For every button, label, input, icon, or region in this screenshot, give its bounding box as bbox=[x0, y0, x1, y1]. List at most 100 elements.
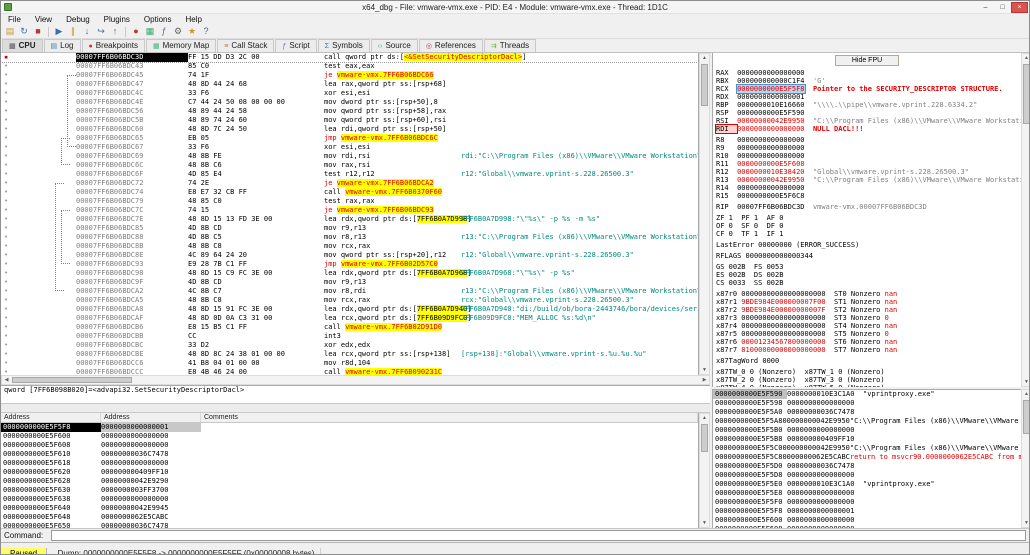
disasm-row[interactable]: •00007FF6B06BDC8B48 8B C8mov rcx,rax bbox=[1, 242, 698, 251]
stack-row[interactable]: 0000000000E5F6000000000000000000 bbox=[713, 516, 1021, 525]
hide-fpu-button[interactable]: Hide FPU bbox=[835, 55, 899, 66]
dump-column-header[interactable]: Address bbox=[1, 413, 101, 422]
disasm-row[interactable]: •00007FF6B06BDC7E48 8D 15 13 FD 3E 00lea… bbox=[1, 215, 698, 224]
scroll-thumb[interactable] bbox=[12, 377, 132, 383]
disasm-row[interactable]: •00007FF6B06BDC8E4C 89 64 24 20mov qword… bbox=[1, 251, 698, 260]
disasm-row[interactable]: •00007FF6B06BDC4574 1Fje vmware-vmx.7FF6… bbox=[1, 71, 698, 80]
disasm-row[interactable]: •00007FF6B06BDCCCE8 4B 46 24 00call vmwa… bbox=[1, 368, 698, 375]
register-line[interactable]: x87r6 00001234567800000000 ST6 Nonzero n… bbox=[713, 338, 1021, 346]
favorites-icon[interactable]: ★ bbox=[185, 25, 199, 38]
stack-row[interactable]: 0000000000E5F5B00000000000000000 bbox=[713, 426, 1021, 435]
script-icon[interactable]: ƒ bbox=[157, 25, 171, 38]
tab-symbols[interactable]: ΣSymbols bbox=[318, 39, 370, 52]
disasm-row[interactable]: •00007FF6B06BDC4C33 F6xor esi,esi bbox=[1, 89, 698, 98]
minimize-button[interactable]: – bbox=[977, 2, 994, 13]
scroll-thumb[interactable] bbox=[1023, 400, 1030, 434]
stack-row[interactable]: 0000000000E5F5E00000000010E3C1A0"vprintp… bbox=[713, 480, 1021, 489]
titlebar[interactable]: x64_dbg - File: vmware-vmx.exe - PID: E4… bbox=[1, 1, 1029, 14]
stack-row[interactable]: 0000000000E5F5980000000000000000 bbox=[713, 399, 1021, 408]
scroll-thumb[interactable] bbox=[1023, 64, 1030, 124]
dump-row[interactable]: 0000000000E5F6300000000003FF3700 bbox=[1, 486, 698, 495]
tab-breakpoints[interactable]: ●Breakpoints bbox=[82, 39, 145, 52]
register-line[interactable]: RFLAGS 0000000000000344 bbox=[713, 252, 1021, 260]
disasm-row[interactable]: •00007FF6B06BDC6C48 8B C6mov rax,rsi bbox=[1, 161, 698, 170]
tab-log[interactable]: ▤Log bbox=[44, 39, 81, 52]
register-line[interactable]: x87TagWord 0000 bbox=[713, 357, 1021, 365]
register-line[interactable]: R9 0000000000000000 bbox=[713, 144, 1021, 152]
memory-icon[interactable]: ▦ bbox=[143, 25, 157, 38]
registers-scrollbar[interactable] bbox=[1021, 53, 1030, 387]
register-line[interactable]: RDX 0000000000000001 bbox=[713, 93, 1021, 101]
register-line[interactable]: R11 0000000000E5F608 bbox=[713, 160, 1021, 168]
register-line[interactable]: RSI 00000000042E9950 "C:\\Program Files … bbox=[713, 117, 1021, 125]
scroll-thumb[interactable] bbox=[701, 424, 708, 452]
restart-icon[interactable]: ↻ bbox=[17, 25, 31, 38]
stack-row[interactable]: 0000000000E5F5900000000010E3C1A0"vprintp… bbox=[713, 390, 1021, 399]
disasm-row[interactable]: •00007FF6B06BDC4748 8D 44 24 68lea rax,q… bbox=[1, 80, 698, 89]
stack-row[interactable]: 0000000000E5F5D000000000036C7478 bbox=[713, 462, 1021, 471]
tab-threads[interactable]: ⇉Threads bbox=[484, 39, 536, 52]
dump-scrollbar[interactable] bbox=[699, 413, 710, 528]
register-line[interactable]: GS 002B FS 0053 bbox=[713, 263, 1021, 271]
dump-row[interactable]: 0000000000E5F620000000000409FF10 bbox=[1, 468, 698, 477]
disasm-row[interactable]: •00007FF6B06BDC6948 8B FEmov rdi,rsirdi:… bbox=[1, 152, 698, 161]
stack-view[interactable]: 0000000000E5F5900000000010E3C1A0"vprintp… bbox=[712, 389, 1021, 528]
register-line[interactable]: RBP 0000000010E16660 "\\\\.\\pipe\\vmwar… bbox=[713, 101, 1021, 109]
scroll-down-icon[interactable] bbox=[700, 519, 709, 527]
register-line[interactable]: ZF 1 PF 1 AF 0 bbox=[713, 214, 1021, 222]
settings-icon[interactable]: ⚙ bbox=[171, 25, 185, 38]
scroll-up-icon[interactable] bbox=[1022, 390, 1030, 398]
disasm-row[interactable]: •00007FF6B06BDC6733 F6xor esi,esi bbox=[1, 143, 698, 152]
disasm-row[interactable]: •00007FF6B06BDC4385 C0test eax,eax bbox=[1, 62, 698, 71]
dump-row[interactable]: 0000000000E5F64000000000042E9945 bbox=[1, 504, 698, 513]
register-line[interactable]: LastError 00000000 (ERROR_SUCCESS) bbox=[713, 241, 1021, 249]
stack-row[interactable]: 0000000000E5F5E80000000000000000 bbox=[713, 489, 1021, 498]
disasm-row[interactable]: •00007FF6B06BDC93E9 28 7B C1 FFjmp vmwar… bbox=[1, 260, 698, 269]
dump-row[interactable]: 0000000000E5F5F80000000000000001 bbox=[1, 423, 698, 432]
dump-row[interactable]: 0000000000E5F6380000000000000000 bbox=[1, 495, 698, 504]
disasm-row[interactable]: •00007FF6B06BDCA24C 8B C7mov r8,rdir13:"… bbox=[1, 287, 698, 296]
menu-item-help[interactable]: Help bbox=[179, 14, 209, 25]
tab-call-stack[interactable]: ≡Call Stack bbox=[217, 39, 274, 52]
disasm-hscrollbar[interactable] bbox=[1, 375, 710, 385]
dump-column-header[interactable]: Address bbox=[101, 413, 201, 422]
dump-column-header[interactable]: Comments bbox=[201, 413, 698, 422]
register-line[interactable]: x87r7 81000000000000000000 ST7 Nonzero n… bbox=[713, 346, 1021, 354]
pause-icon[interactable]: ∥ bbox=[66, 25, 80, 38]
disasm-row[interactable]: •00007FF6B06BDCAF48 8D 0D 0A C3 31 00lea… bbox=[1, 314, 698, 323]
register-line[interactable]: RBX 000000000000C1F4 'G' bbox=[713, 77, 1021, 85]
disasm-row[interactable]: •00007FF6B06BDC7948 85 C0test rax,rax bbox=[1, 197, 698, 206]
disasm-row[interactable]: •00007FF6B06BDCA548 8B C8mov rcx,raxrcx:… bbox=[1, 296, 698, 305]
stack-row[interactable]: 0000000000E5F5A000000000036C7478 bbox=[713, 408, 1021, 417]
register-line[interactable]: OF 0 SF 0 DF 0 bbox=[713, 222, 1021, 230]
disasm-row[interactable]: •00007FF6B06BDC7274 2Eje vmware-vmx.7FF6… bbox=[1, 179, 698, 188]
dump-row[interactable]: 0000000000E5F6000000000000000000 bbox=[1, 432, 698, 441]
scroll-up-icon[interactable] bbox=[700, 54, 709, 62]
register-line[interactable]: RIP 00007FF6B06BDC3D vmware-vmx.00007FF6… bbox=[713, 203, 1021, 211]
tab-memory-map[interactable]: ▦Memory Map bbox=[146, 39, 216, 52]
register-line[interactable]: x87r5 00000000000000000000 ST5 Nonzero 0 bbox=[713, 330, 1021, 338]
scroll-down-icon[interactable] bbox=[700, 366, 709, 374]
step-out-icon[interactable]: ↑ bbox=[108, 25, 122, 38]
register-line[interactable]: x87r4 00000000000000000000 ST4 Nonzero n… bbox=[713, 322, 1021, 330]
disasm-scrollbar[interactable] bbox=[699, 53, 710, 375]
register-line[interactable]: R8 0000000000000000 bbox=[713, 136, 1021, 144]
register-line[interactable]: x87TW_2 0 (Nonzero) x87TW_3 0 (Nonzero) bbox=[713, 376, 1021, 384]
tab-source[interactable]: ‹›Source bbox=[371, 39, 418, 52]
dump-row[interactable]: 0000000000E5F62800000000042E9290 bbox=[1, 477, 698, 486]
disasm-row[interactable]: •00007FF6B06BDC9F4D 8B CDmov r9,r13 bbox=[1, 278, 698, 287]
disasm-row[interactable]: •00007FF6B06BDCBE48 8D 8C 24 38 01 00 00… bbox=[1, 350, 698, 359]
close-button[interactable]: × bbox=[1011, 2, 1028, 13]
register-line[interactable]: x87r2 9BDE984E00000000007F ST2 Nonzero n… bbox=[713, 306, 1021, 314]
maximize-button[interactable]: □ bbox=[994, 2, 1011, 13]
step-over-icon[interactable]: ↪ bbox=[94, 25, 108, 38]
menu-item-file[interactable]: File bbox=[1, 14, 28, 25]
dump-row[interactable]: 0000000000E5F6080000000000000000 bbox=[1, 441, 698, 450]
register-line[interactable]: RDI 0000000000000000 NULL DACL!!! bbox=[713, 125, 1021, 133]
disasm-row[interactable]: •00007FF6B06BDC854D 8B CDmov r9,r13 bbox=[1, 224, 698, 233]
disasm-row[interactable]: •00007FF6B06BDC6F4D 85 E4test r12,r12r12… bbox=[1, 170, 698, 179]
disasm-row[interactable]: •00007FF6B06BDC5B48 89 74 24 60mov qword… bbox=[1, 116, 698, 125]
disasm-row[interactable]: •00007FF6B06BDCB6E8 15 B5 C1 FFcall vmwa… bbox=[1, 323, 698, 332]
step-into-icon[interactable]: ↓ bbox=[80, 25, 94, 38]
register-line[interactable]: R14 0000000000000000 bbox=[713, 184, 1021, 192]
